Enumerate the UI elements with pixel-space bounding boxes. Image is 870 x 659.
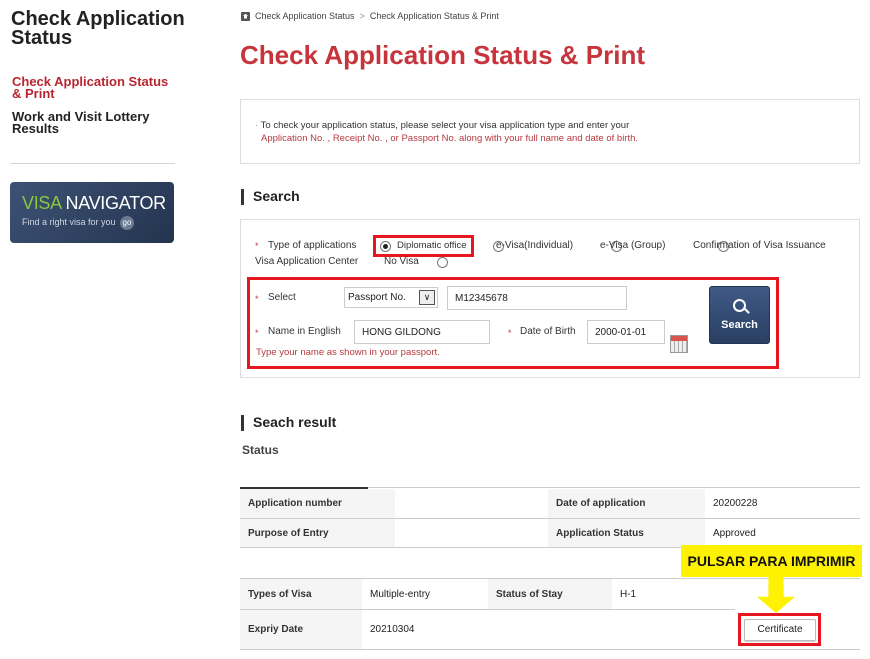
breadcrumb-item[interactable]: Check Application Status bbox=[255, 11, 355, 21]
sidebar-divider bbox=[10, 163, 175, 164]
info-line-2: Application No. , Receipt No. , or Passp… bbox=[261, 133, 639, 144]
breadcrumb-current: Check Application Status & Print bbox=[369, 11, 499, 21]
required-icon: * bbox=[255, 328, 259, 338]
table-cell bbox=[395, 489, 548, 519]
sidebar-item-lottery-results[interactable]: Work and Visit Lottery Results bbox=[12, 110, 177, 135]
radio-label: Visa Application Center bbox=[255, 256, 359, 267]
passport-number-input[interactable]: M12345678 bbox=[447, 286, 627, 310]
radio-label: Diplomatic office bbox=[397, 240, 467, 251]
required-icon: * bbox=[508, 328, 512, 338]
radio-no-visa[interactable] bbox=[437, 256, 449, 268]
status-heading: Status bbox=[242, 443, 279, 457]
name-hint: Type your name as shown in your passport… bbox=[256, 347, 440, 358]
table-header-cell: Application number bbox=[240, 489, 395, 519]
table-header-cell: Expriy Date bbox=[240, 610, 362, 650]
select-value: Passport No. bbox=[348, 292, 406, 303]
table-cell: Multiple-entry bbox=[362, 579, 488, 610]
search-heading: Search bbox=[240, 188, 300, 205]
radio-label: Confirmation of Visa Issuance bbox=[693, 240, 826, 251]
page-title: Check Application Status & Print bbox=[240, 40, 645, 70]
certificate-button[interactable]: Certificate bbox=[744, 619, 816, 641]
table-header-cell: Date of application bbox=[548, 489, 705, 519]
print-callout: PULSAR PARA IMPRIMIR bbox=[681, 545, 862, 577]
result-heading: Seach result bbox=[240, 414, 336, 431]
table-header-cell: Types of Visa bbox=[240, 579, 362, 610]
id-type-select[interactable]: Passport No. ∨ bbox=[344, 287, 438, 308]
name-input[interactable]: HONG GILDONG bbox=[354, 320, 490, 344]
search-button[interactable]: Search bbox=[709, 286, 770, 344]
select-label: Select bbox=[268, 292, 296, 303]
home-icon[interactable] bbox=[241, 11, 250, 21]
required-icon: * bbox=[255, 294, 259, 304]
dob-input[interactable]: 2000-01-01 bbox=[587, 320, 665, 344]
chevron-down-icon: ∨ bbox=[419, 290, 435, 305]
table-header-cell: Purpose of Entry bbox=[240, 519, 395, 548]
visa-navigator-banner[interactable]: VISA NAVIGATOR Find a right visa for you… bbox=[10, 182, 174, 243]
table-header-cell: Application Status bbox=[548, 519, 705, 548]
radio-label: e-Visa (Group) bbox=[600, 240, 666, 251]
table-cell bbox=[395, 519, 548, 548]
table-cell: 20200228 bbox=[705, 489, 860, 519]
banner-title: VISA NAVIGATOR bbox=[22, 193, 166, 213]
breadcrumb-separator: > bbox=[359, 11, 365, 21]
search-icon bbox=[733, 299, 750, 314]
banner-subtitle: Find a right visa for you bbox=[22, 217, 116, 227]
table-cell: Approved bbox=[705, 519, 860, 548]
type-label: Type of applications bbox=[268, 240, 357, 251]
sidebar-title: Check Application Status bbox=[11, 8, 185, 49]
name-label: Name in English bbox=[268, 326, 341, 337]
arrow-down-icon bbox=[757, 577, 795, 613]
info-line-1: · To check your application status, plea… bbox=[255, 120, 630, 131]
sidebar-item-check-status-print[interactable]: Check Application Status & Print bbox=[12, 75, 177, 100]
radio-diplomatic-office[interactable] bbox=[380, 240, 391, 252]
radio-label: e-Visa(Individual) bbox=[496, 240, 574, 251]
dob-label: Date of Birth bbox=[520, 326, 576, 337]
table-cell: H-1 bbox=[612, 579, 735, 610]
calendar-icon[interactable] bbox=[670, 335, 688, 353]
table-header-cell: Status of Stay bbox=[488, 579, 612, 610]
info-box: · To check your application status, plea… bbox=[240, 99, 860, 164]
go-button[interactable]: go bbox=[120, 216, 134, 230]
required-icon: * bbox=[255, 241, 259, 251]
search-button-label: Search bbox=[721, 319, 758, 331]
breadcrumb: Check Application Status > Check Applica… bbox=[241, 11, 499, 21]
radio-label: No Visa bbox=[384, 256, 419, 267]
